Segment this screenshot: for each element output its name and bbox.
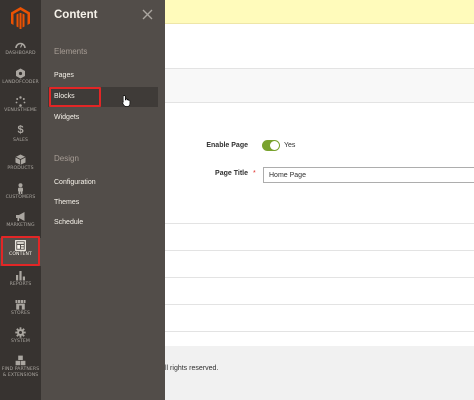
nav-item-landofcoder[interactable]: LANDOFCODER <box>0 66 41 94</box>
nav-item-reports[interactable]: REPORTS <box>0 268 41 296</box>
dots-icon <box>0 94 41 108</box>
nav-label: PRODUCTS <box>7 166 34 171</box>
close-icon[interactable] <box>142 9 153 20</box>
box-icon <box>0 152 41 166</box>
nav-item-find-partners[interactable]: FIND PARTNERS & EXTENSIONS <box>0 353 41 387</box>
menu-link-configuration[interactable]: Configuration <box>54 179 96 186</box>
nav-label: MARKETING <box>6 223 35 228</box>
nav-label: & EXTENSIONS <box>2 372 39 378</box>
nav-item-products[interactable]: PRODUCTS <box>0 152 41 180</box>
section-divider <box>165 223 474 224</box>
menu-link-themes[interactable]: Themes <box>54 199 79 206</box>
menu-link-widgets[interactable]: Widgets <box>54 114 79 121</box>
bar-chart-icon <box>0 268 41 282</box>
hexagon-icon <box>0 66 41 80</box>
section-divider <box>165 331 474 332</box>
menu-link-pages[interactable]: Pages <box>54 72 74 79</box>
nav-label: SYSTEM <box>11 339 30 344</box>
menu-link-schedule[interactable]: Schedule <box>54 219 83 226</box>
section-divider <box>165 277 474 278</box>
blocks-highlight-box <box>49 87 101 107</box>
enable-page-label: Enable Page <box>206 142 248 149</box>
toggle-knob <box>270 141 279 150</box>
magento-logo[interactable] <box>11 7 30 29</box>
nav-label: VENUSTHEME <box>4 108 37 113</box>
enable-page-value: Yes <box>284 142 296 149</box>
admin-sidebar: DASHBOARD LANDOFCODER VENUSTHEME $ SALES… <box>0 0 41 400</box>
group-title-elements: Elements <box>54 47 88 56</box>
enable-page-toggle[interactable] <box>262 140 280 151</box>
nav-label: SALES <box>12 138 29 143</box>
cubes-icon <box>0 353 41 367</box>
dashboard-icon <box>0 37 41 51</box>
content-highlight-box <box>1 236 40 266</box>
megaphone-icon <box>0 209 41 223</box>
copyright-text: ll rights reserved. <box>165 365 219 372</box>
section-divider <box>165 304 474 305</box>
content-submenu-panel: Content Elements Pages Blocks Widgets De… <box>41 0 165 400</box>
dollar-icon: $ <box>17 124 24 136</box>
person-icon <box>0 181 41 195</box>
nav-item-system[interactable]: SYSTEM <box>0 325 41 353</box>
group-title-design: Design <box>54 154 79 163</box>
hand-cursor-icon <box>122 95 131 107</box>
page-title-input[interactable] <box>263 167 474 183</box>
nav-item-stores[interactable]: STORES <box>0 297 41 325</box>
nav-item-marketing[interactable]: MARKETING <box>0 209 41 237</box>
nav-item-dashboard[interactable]: DASHBOARD <box>0 37 41 65</box>
nav-label: STORES <box>11 311 30 316</box>
page-actions-bar <box>165 68 474 103</box>
panel-title: Content <box>54 9 98 21</box>
nav-item-sales[interactable]: $ SALES <box>0 124 41 152</box>
gear-icon <box>0 325 41 339</box>
page-title-label: Page Title <box>215 170 248 177</box>
nav-label: FIND PARTNERS <box>1 367 40 372</box>
nav-item-customers[interactable]: CUSTOMERS <box>0 181 41 209</box>
nav-item-venustheme[interactable]: VENUSTHEME <box>0 94 41 122</box>
system-message-bar <box>165 0 474 24</box>
nav-label: LANDOFCODER <box>2 80 39 85</box>
store-icon <box>0 297 41 311</box>
nav-label: CUSTOMERS <box>5 195 36 200</box>
page-footer <box>165 346 474 400</box>
nav-label: REPORTS <box>9 282 32 287</box>
nav-label: DASHBOARD <box>5 51 36 56</box>
required-asterisk: * <box>253 170 256 177</box>
section-divider <box>165 250 474 251</box>
